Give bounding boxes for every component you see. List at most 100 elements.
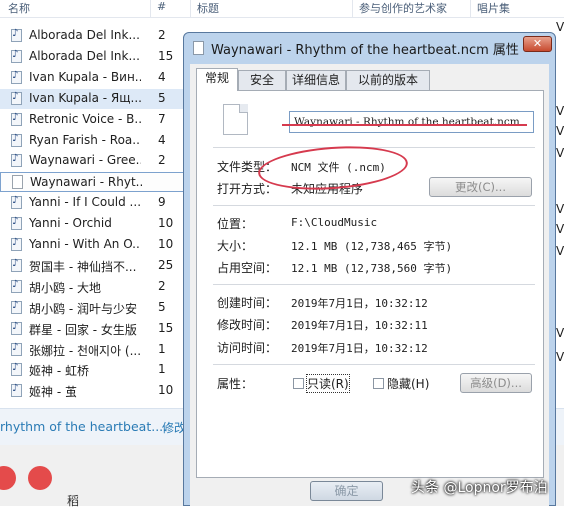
column-separator[interactable] xyxy=(352,0,353,17)
column-separator[interactable] xyxy=(150,0,151,17)
music-file-icon xyxy=(11,112,22,126)
track-number: 5 xyxy=(158,299,166,314)
file-name: 胡小鸥 - 润叶与少安 xyxy=(29,301,137,316)
file-name: Alborada Del Ink... xyxy=(29,48,140,63)
app-icon-red[interactable] xyxy=(28,466,52,490)
filename-field[interactable]: Waynawari - Rhythm of the heartbeat.ncm xyxy=(289,111,534,133)
tab-previous-versions[interactable]: 以前的版本 xyxy=(346,70,430,90)
column-separator[interactable] xyxy=(470,0,471,17)
music-file-icon xyxy=(11,362,22,377)
track-number: 15 xyxy=(158,48,174,63)
file-name: 张娜拉 - 천애지아 (... xyxy=(29,343,141,358)
accessed-value: 2019年7月1日，10:32:12 xyxy=(291,342,428,355)
column-title[interactable]: 标题 xyxy=(197,0,219,16)
track-number: 7 xyxy=(158,111,166,126)
created-value: 2019年7月1日，10:32:12 xyxy=(291,297,428,310)
file-row[interactable]: 胡小鸥 - 大地 2 xyxy=(0,277,184,297)
hidden-label[interactable]: 隐藏(H) xyxy=(387,375,429,392)
file-row[interactable]: Waynawari - Rhyt... xyxy=(0,172,184,193)
column-name[interactable]: 名称 xyxy=(8,0,30,16)
file-row[interactable]: Ivan Kupala - Вин... 4 xyxy=(0,68,184,88)
music-file-icon xyxy=(11,321,22,335)
music-file-icon xyxy=(11,383,22,398)
advanced-button[interactable]: 高级(D)... xyxy=(460,373,532,393)
column-artists[interactable]: 参与创作的艺术家 xyxy=(359,0,447,16)
file-name: Ryan Farish - Roa... xyxy=(29,132,141,147)
dialog-titlebar[interactable]: Waynawari - Rhythm of the heartbeat.ncm … xyxy=(184,33,555,63)
column-separator[interactable] xyxy=(190,0,191,17)
cell-fragment: V xyxy=(556,124,564,138)
file-row[interactable]: 群星 - 回家 - 女生版 15 xyxy=(0,319,184,339)
track-number: 1 xyxy=(158,341,166,356)
tab-general[interactable]: 常规 xyxy=(196,68,238,91)
readonly-label[interactable]: 只读(R) xyxy=(306,374,350,393)
track-number: 5 xyxy=(158,90,166,105)
file-row[interactable]: Ryan Farish - Roa... 4 xyxy=(0,131,184,151)
cell-fragment: V xyxy=(556,350,564,364)
file-type-icon xyxy=(223,104,248,135)
file-row[interactable]: Retronic Voice - B... 7 xyxy=(0,110,184,130)
music-file-icon xyxy=(11,195,22,210)
file-row[interactable]: Yanni - If I Could ... 9 xyxy=(0,193,184,213)
file-name: Yanni - If I Could ... xyxy=(29,195,141,210)
file-name: Retronic Voice - B... xyxy=(29,111,141,126)
track-number: 2 xyxy=(158,153,166,168)
column-header-bar: 名称 # 标题 参与创作的艺术家 唱片集 xyxy=(0,0,564,18)
tab-details[interactable]: 详细信息 xyxy=(286,70,346,90)
watermark: 头条 @Lopnor罗布泊 xyxy=(411,480,548,496)
change-button[interactable]: 更改(C)... xyxy=(429,177,532,197)
file-row[interactable]: Alborada Del Ink... 15 xyxy=(0,47,184,67)
close-button[interactable]: ✕ xyxy=(523,36,552,52)
track-number: 4 xyxy=(158,132,166,147)
column-number[interactable]: # xyxy=(157,0,166,13)
file-row[interactable]: Alborada Del Ink... 2 xyxy=(0,26,184,46)
modified-value: 2019年7月1日，10:32:11 xyxy=(291,319,428,332)
hidden-checkbox[interactable] xyxy=(373,378,384,389)
music-file-icon xyxy=(11,153,22,168)
properties-dialog: Waynawari - Rhythm of the heartbeat.ncm … xyxy=(183,32,556,506)
created-label: 创建时间： xyxy=(217,296,278,310)
close-icon: ✕ xyxy=(532,37,543,50)
cell-fragment: V xyxy=(556,104,564,118)
file-name: 姬神 - 茧 xyxy=(29,385,77,400)
dialog-client: 常规 安全 详细信息 以前的版本 Waynawari - Rhythm of t… xyxy=(190,64,549,506)
cell-fragment: V xyxy=(556,222,564,236)
file-name: 胡小鸥 - 大地 xyxy=(29,280,101,295)
music-file-icon xyxy=(11,133,22,147)
file-row[interactable]: 张娜拉 - 천애지아 (... 1 xyxy=(0,340,184,360)
track-number: 9 xyxy=(158,195,166,210)
track-number: 10 xyxy=(158,383,174,398)
cell-fragment: V xyxy=(556,244,564,258)
track-number: 10 xyxy=(158,237,174,251)
file-row[interactable]: Waynawari - Gree... 2 xyxy=(0,151,184,171)
ok-button[interactable]: 确定 xyxy=(310,481,383,501)
dialog-title: Waynawari - Rhythm of the heartbeat.ncm … xyxy=(211,43,519,58)
modified-label: 修改时间： xyxy=(217,318,278,332)
cell-fragment: V xyxy=(556,326,564,340)
file-row[interactable]: 胡小鸥 - 润叶与少安 5 xyxy=(0,298,184,318)
file-row[interactable]: 姬神 - 茧 10 xyxy=(0,381,184,401)
music-file-icon xyxy=(11,300,22,314)
file-row[interactable]: Yanni - Orchid 10 xyxy=(0,214,184,234)
music-file-icon xyxy=(11,279,22,293)
column-album[interactable]: 唱片集 xyxy=(477,0,510,16)
truncated-column-edge: V V V V V V V V V xyxy=(556,18,564,368)
size-label: 大小： xyxy=(217,239,254,253)
divider xyxy=(213,205,535,206)
file-row[interactable]: Ivan Kupala - Ящ... 5 xyxy=(0,88,184,109)
file-row[interactable]: 贺国丰 - 神仙挡不... 25 xyxy=(0,256,184,276)
file-icon xyxy=(193,41,204,55)
music-file-icon xyxy=(11,216,22,231)
file-name: Ivan Kupala - Ящ... xyxy=(29,90,141,105)
file-row[interactable]: Yanni - With An O... 10 xyxy=(0,235,184,255)
file-row[interactable]: 姬神 - 虹桥 1 xyxy=(0,360,184,380)
track-number: 2 xyxy=(158,278,166,293)
details-title[interactable]: rhythm of the heartbeat.... xyxy=(0,419,167,434)
music-file-icon xyxy=(11,28,22,42)
tab-security[interactable]: 安全 xyxy=(238,70,286,90)
file-name: 贺国丰 - 神仙挡不... xyxy=(29,259,137,274)
track-number: 4 xyxy=(158,69,166,84)
track-number: 1 xyxy=(158,362,166,377)
file-name: Waynawari - Gree... xyxy=(29,153,141,168)
readonly-checkbox[interactable] xyxy=(293,378,304,389)
